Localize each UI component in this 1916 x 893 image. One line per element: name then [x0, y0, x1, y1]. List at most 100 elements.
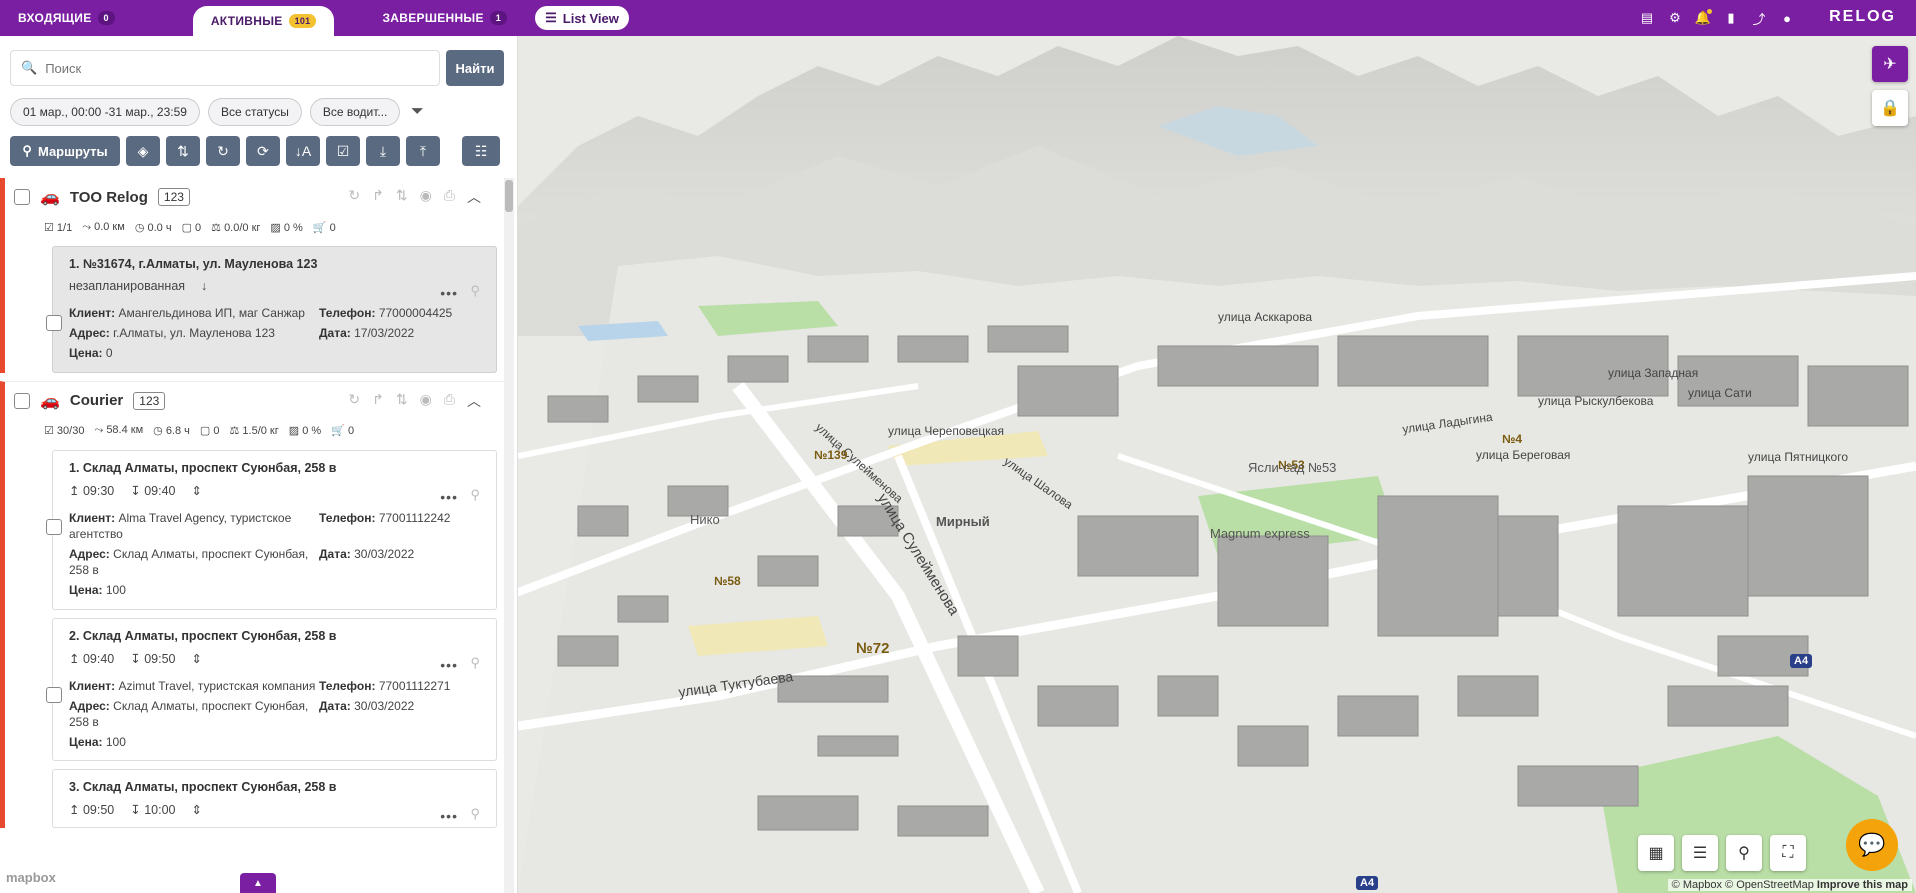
- improve-map-link[interactable]: Improve this map: [1817, 879, 1908, 891]
- redirect-icon[interactable]: ↱: [372, 391, 384, 411]
- map-terrain: [518, 36, 1916, 893]
- date: 30/03/2022: [354, 698, 415, 713]
- share-icon[interactable]: ⤴: [1750, 9, 1768, 27]
- print-icon[interactable]: ⎙: [444, 187, 455, 207]
- search-icon: 🔍: [21, 60, 38, 75]
- poi-label: №4: [1502, 432, 1523, 446]
- mapbox-logo: mapbox: [6, 870, 56, 885]
- arrive-time: ↥ 09:50: [69, 803, 115, 818]
- routes-label: Маршруты: [37, 143, 108, 159]
- user-icon[interactable]: ●: [1778, 9, 1796, 27]
- eye-icon[interactable]: ◉: [420, 187, 432, 207]
- scrollbar-thumb[interactable]: [505, 180, 513, 212]
- order-title: 1. Склад Алматы, проспект Суюнбая, 258 в: [69, 460, 337, 475]
- routes-button[interactable]: ⚲ Маршруты: [10, 136, 120, 166]
- sort-icon[interactable]: ⇅: [396, 187, 408, 207]
- chevron-up-icon[interactable]: ︿: [467, 187, 481, 207]
- status-filter[interactable]: Все статусы: [207, 98, 302, 126]
- search-input[interactable]: [45, 60, 426, 76]
- list-view-label: List View: [562, 10, 619, 26]
- route-plan-icon[interactable]: ◈: [126, 136, 160, 166]
- road-badge: A4: [1790, 654, 1813, 668]
- more-icon[interactable]: •••: [440, 657, 458, 673]
- group-count: 123: [157, 188, 190, 206]
- map-pin-icon[interactable]: ⚲: [470, 655, 480, 671]
- assistant-icon[interactable]: ✈: [1872, 46, 1908, 82]
- poi-label: Ясли-сад №53: [1248, 460, 1337, 475]
- sort-icon[interactable]: ⇅: [396, 391, 408, 411]
- date-range-filter[interactable]: 01 мар., 00:00 -31 мар., 23:59: [10, 98, 200, 126]
- order-card[interactable]: 2. Склад Алматы, проспект Суюнбая, 258 в…: [46, 617, 497, 762]
- swap-icon[interactable]: ⇕: [191, 483, 201, 498]
- calculator-icon[interactable]: ▦: [1638, 835, 1674, 871]
- bar-chart-icon[interactable]: ▮: [1722, 9, 1740, 27]
- redirect-icon[interactable]: ↱: [372, 187, 384, 207]
- sort-arrows-icon[interactable]: ⇅: [166, 136, 200, 166]
- road-badge: A4: [1356, 876, 1379, 890]
- lock-icon[interactable]: 🔒: [1872, 90, 1908, 126]
- tab-active[interactable]: АКТИВНЫЕ 101: [192, 6, 335, 36]
- download-icon[interactable]: ⤓: [366, 136, 400, 166]
- order-checkbox[interactable]: [46, 686, 62, 703]
- eye-icon[interactable]: ◉: [420, 391, 432, 411]
- document-icon[interactable]: ▤: [1638, 9, 1656, 27]
- map-pin-icon[interactable]: ⚲: [470, 806, 480, 822]
- poi-label: Нико: [690, 512, 720, 527]
- more-icon[interactable]: •••: [440, 285, 458, 301]
- tab-completed-count: 1: [489, 11, 508, 25]
- refresh-icon[interactable]: ↻: [348, 391, 360, 411]
- map-pin-icon[interactable]: ⚲: [470, 487, 480, 503]
- sort-az-icon[interactable]: ↓A: [286, 136, 320, 166]
- street-label: улица Асккарова: [1218, 310, 1313, 324]
- order-title: 3. Склад Алматы, проспект Суюнбая, 258 в: [69, 780, 337, 795]
- order-checkbox[interactable]: [46, 518, 62, 535]
- poi-label: №72: [856, 640, 890, 657]
- more-icon[interactable]: •••: [440, 808, 458, 824]
- filter-icon[interactable]: ⏷: [408, 103, 426, 121]
- chevron-up-icon[interactable]: ︿: [467, 391, 481, 411]
- bell-icon[interactable]: 🔔: [1694, 9, 1712, 27]
- location-pin-icon[interactable]: ⚲: [1726, 835, 1762, 871]
- checklist-icon[interactable]: ☷: [462, 136, 500, 166]
- list-icon[interactable]: ☰: [1682, 835, 1718, 871]
- swap-icon[interactable]: ⇕: [191, 802, 201, 817]
- tab-completed[interactable]: ЗАВЕРШЕННЫЕ 1: [364, 0, 525, 36]
- poi-label: Мирный: [936, 514, 990, 529]
- more-icon[interactable]: •••: [440, 489, 458, 505]
- refresh-icon[interactable]: ↻: [348, 187, 360, 207]
- group-name: Courier: [69, 392, 124, 410]
- group-checkbox[interactable]: [14, 189, 30, 205]
- scrollbar-track[interactable]: [504, 178, 514, 893]
- drivers-filter[interactable]: Все водит...: [309, 98, 401, 126]
- upload-icon[interactable]: ⤒: [406, 136, 440, 166]
- chevron-up-icon[interactable]: ▲: [240, 873, 276, 893]
- swap-icon[interactable]: ⇕: [191, 651, 201, 666]
- group-checkbox[interactable]: [14, 392, 30, 409]
- tab-incoming[interactable]: ВХОДЯЩИЕ 0: [0, 0, 133, 36]
- history-icon[interactable]: ⟳: [246, 136, 280, 166]
- gear-icon[interactable]: ⚙: [1666, 9, 1684, 27]
- map-pin-icon: ⚲: [22, 143, 32, 158]
- find-button[interactable]: Найти: [446, 50, 504, 86]
- date: 17/03/2022: [354, 326, 415, 341]
- arrow-down-icon: ↓: [201, 279, 208, 293]
- map-view[interactable]: улица Сулейменова улица Сулейменова улиц…: [518, 36, 1916, 893]
- refresh-icon[interactable]: ↻: [206, 136, 240, 166]
- orders-sidebar: 🔍 Найти 01 мар., 00:00 -31 мар., 23:59 В…: [0, 36, 518, 893]
- street-label: улица Рыскулбекова: [1538, 394, 1654, 408]
- client-name: Амангельдинова ИП, маг Санжар: [118, 306, 305, 320]
- order-card[interactable]: 1. Склад Алматы, проспект Суюнбая, 258 в…: [46, 449, 497, 610]
- select-all-icon[interactable]: ☑: [326, 136, 360, 166]
- map-layers-icon[interactable]: ⛶: [1770, 835, 1806, 871]
- order-card[interactable]: 1. №31674, г.Алматы, ул. Мауленова 123 н…: [46, 246, 497, 373]
- order-checkbox[interactable]: [46, 315, 62, 331]
- route-group: 🚗 Courier 123 ↻ ↱ ⇅ ◉ ⎙ ︿ ☑ 30/30 ⤳ 58.4…: [0, 380, 505, 829]
- route-group: 🚗 ТОО Relog 123 ↻ ↱ ⇅ ◉ ⎙ ︿ ☑ 1/1 ⤳ 0.0 …: [0, 178, 505, 373]
- map-pin-icon[interactable]: ⚲: [470, 283, 480, 299]
- list-view-button[interactable]: ☰ List View: [535, 6, 629, 30]
- chat-icon[interactable]: 💬: [1846, 819, 1898, 871]
- print-icon[interactable]: ⎙: [444, 391, 455, 411]
- group-stats: ☑ 1/1 ⤳ 0.0 км ◷ 0.0 ч ▢ 0 ⚖ 0.0/0 кг ▨ …: [44, 220, 336, 234]
- order-card[interactable]: 3. Склад Алматы, проспект Суюнбая, 258 в…: [52, 769, 497, 829]
- phone: 77001112271: [378, 678, 451, 693]
